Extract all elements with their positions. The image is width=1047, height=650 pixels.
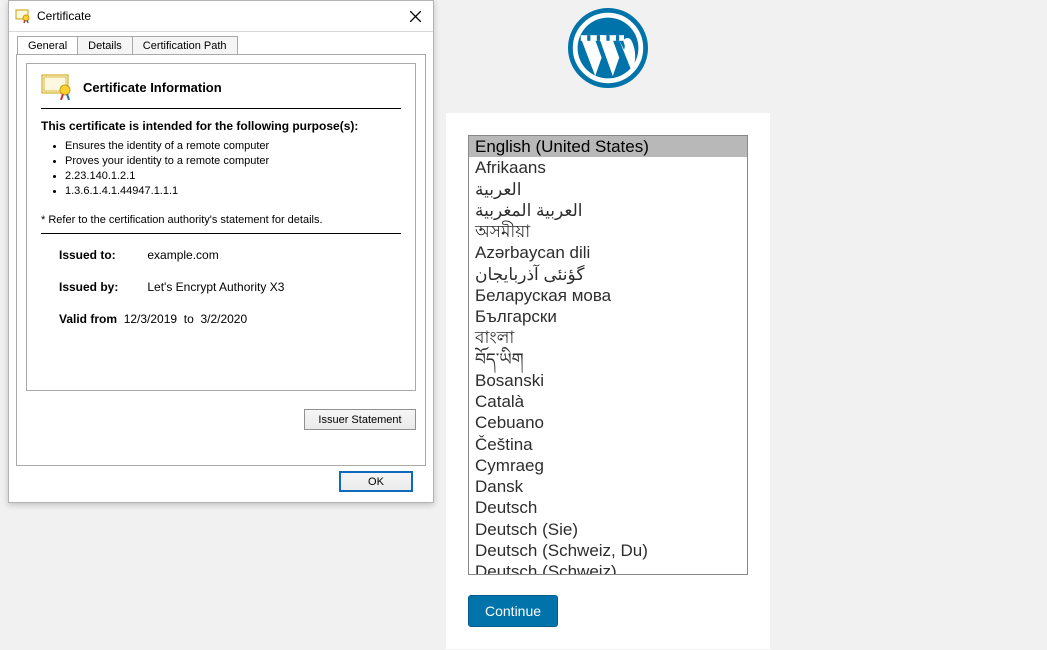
language-option[interactable]: বাংলা [469,327,747,348]
language-option[interactable]: Azərbaycan dili [469,242,747,263]
language-option[interactable]: العربية [469,179,747,200]
language-option[interactable]: Català [469,391,747,412]
issued-to-value: example.com [147,248,218,262]
language-option[interactable]: Dansk [469,476,747,497]
tab-panel: Certificate Information This certificate… [16,54,426,466]
purpose-item: 2.23.140.1.2.1 [65,169,401,184]
close-button[interactable] [397,1,433,31]
issued-to-label: Issued to: [59,248,144,262]
language-option[interactable]: Čeština [469,434,747,455]
language-option[interactable]: گؤنئی آذربایجان [469,264,747,285]
issued-by-value: Let's Encrypt Authority X3 [147,280,284,294]
language-option[interactable]: Български [469,306,747,327]
valid-from-label: Valid from [59,312,117,326]
valid-to-label: to [184,312,194,326]
language-option[interactable]: བོད་ཡིག [469,349,747,370]
valid-to-value: 3/2/2020 [200,312,247,326]
purpose-item: 1.3.6.1.4.1.44947.1.1.1 [65,184,401,199]
cert-info-heading: Certificate Information [83,80,222,95]
certificate-icon [15,8,31,24]
certificate-info-box: Certificate Information This certificate… [26,63,416,391]
language-option[interactable]: Deutsch (Sie) [469,519,747,540]
issued-to-row: Issued to: example.com [59,248,401,262]
language-option[interactable]: العربية المغربية [469,200,747,221]
language-option[interactable]: Bosanski [469,370,747,391]
language-option[interactable]: Deutsch (Schweiz, Du) [469,540,747,561]
language-select[interactable]: English (United States)Afrikaansالعربيةا… [468,135,748,575]
certificate-ribbon-icon [41,74,73,100]
certificate-dialog: Certificate General Details Certificatio… [8,0,434,503]
language-option[interactable]: Deutsch (Schweiz) [469,561,747,575]
dialog-title: Certificate [37,9,91,23]
continue-button[interactable]: Continue [468,595,558,627]
tab-bar: General Details Certification Path [9,32,433,54]
purpose-heading: This certificate is intended for the fol… [41,119,401,133]
language-option[interactable]: Afrikaans [469,157,747,178]
wordpress-logo-icon [568,8,648,93]
issued-by-label: Issued by: [59,280,144,294]
language-option[interactable]: অসমীয়া [469,221,747,242]
tab-general[interactable]: General [17,36,78,54]
purpose-item: Proves your identity to a remote compute… [65,154,401,169]
titlebar[interactable]: Certificate [9,1,433,32]
wordpress-installer: English (United States)Afrikaansالعربيةا… [443,0,773,650]
language-option[interactable]: Deutsch [469,497,747,518]
tab-details[interactable]: Details [77,36,133,54]
tab-certification-path[interactable]: Certification Path [132,36,238,54]
purpose-item: Ensures the identity of a remote compute… [65,139,401,154]
purpose-list: Ensures the identity of a remote compute… [65,139,401,198]
valid-row: Valid from 12/3/2019 to 3/2/2020 [59,312,401,326]
issued-by-row: Issued by: Let's Encrypt Authority X3 [59,280,401,294]
language-option[interactable]: English (United States) [469,136,747,157]
issuer-statement-button[interactable]: Issuer Statement [304,409,416,430]
language-card: English (United States)Afrikaansالعربيةا… [446,113,770,649]
valid-from-value: 12/3/2019 [124,312,177,326]
ok-button[interactable]: OK [339,471,413,492]
language-option[interactable]: Беларуская мова [469,285,747,306]
authority-note: * Refer to the certification authority's… [41,214,401,234]
language-option[interactable]: Cymraeg [469,455,747,476]
language-option[interactable]: Cebuano [469,412,747,433]
